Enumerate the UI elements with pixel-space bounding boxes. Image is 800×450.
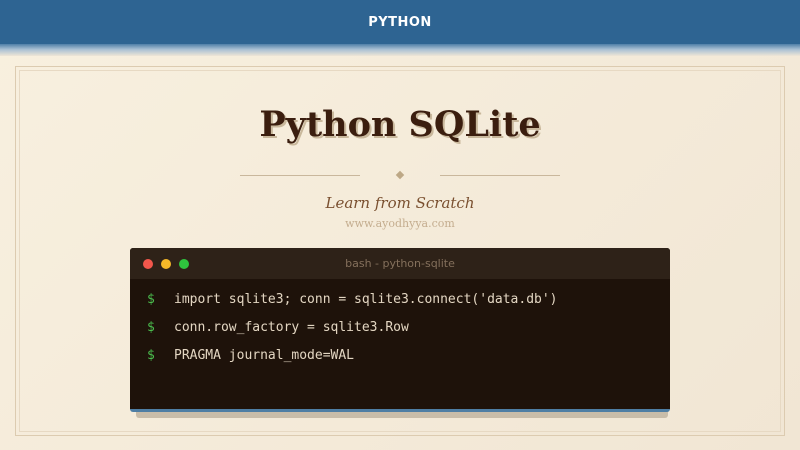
site-url: www.ayodhyya.com [345, 217, 455, 230]
page-subtitle: Learn from Scratch [325, 194, 475, 212]
terminal-line: $ conn.row_factory = sqlite3.Row [130, 316, 670, 344]
terminal-body: $ import sqlite3; conn = sqlite3.connect… [130, 288, 670, 372]
terminal-titlebar: bash - python-sqlite [130, 248, 670, 279]
terminal-command: PRAGMA journal_mode=WAL [174, 348, 355, 363]
terminal-command: conn.row_factory = sqlite3.Row [174, 320, 409, 335]
banner-gradient-divider [0, 44, 800, 56]
prompt-symbol: $ [147, 320, 155, 335]
terminal-line: $ import sqlite3; conn = sqlite3.connect… [130, 288, 670, 316]
prompt-symbol: $ [147, 292, 155, 307]
divider-left-line [240, 175, 360, 176]
terminal-line: $ PRAGMA journal_mode=WAL [130, 344, 670, 372]
banner-title: PYTHON [368, 14, 432, 30]
terminal-title: bash - python-sqlite [345, 257, 455, 270]
prompt-symbol: $ [147, 348, 155, 363]
top-banner: PYTHON [0, 0, 800, 44]
terminal-command: import sqlite3; conn = sqlite3.connect('… [174, 292, 558, 307]
page-title: Python SQLite [259, 104, 541, 145]
divider-right-line [440, 175, 560, 176]
terminal-window: bash - python-sqlite $ import sqlite3; c… [130, 248, 670, 412]
